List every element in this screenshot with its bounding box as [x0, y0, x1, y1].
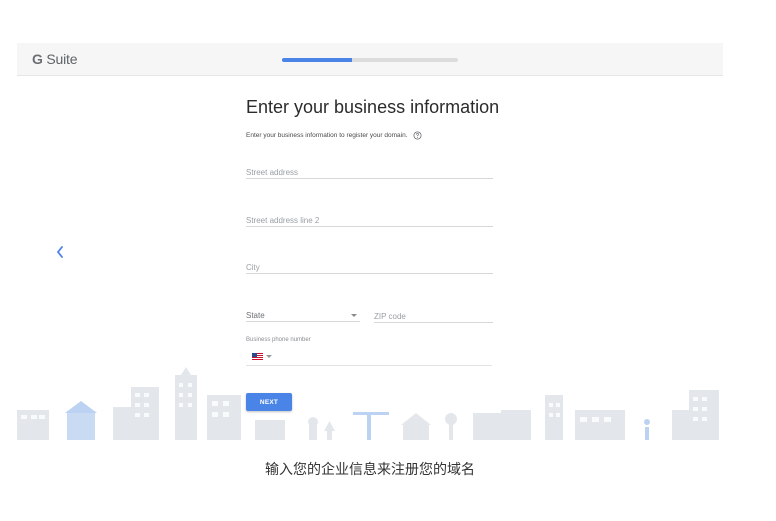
city-field[interactable]: [246, 260, 493, 274]
progress-fill: [282, 58, 353, 62]
top-bar: G Suite: [17, 43, 723, 76]
back-button[interactable]: [55, 245, 67, 261]
street-address-field[interactable]: [246, 165, 493, 179]
zip-code-input[interactable]: [374, 312, 493, 321]
progress-bar: [282, 58, 458, 62]
chevron-down-icon: [351, 314, 357, 317]
gsuite-logo: G Suite: [32, 51, 78, 67]
country-selector[interactable]: [252, 353, 272, 360]
subtitle-text: Enter your business information to regis…: [246, 132, 408, 139]
caption-text: 输入您的企业信息来注册您的域名: [265, 462, 475, 478]
signup-window: G Suite Enter your business information …: [17, 43, 723, 440]
help-icon[interactable]: [412, 131, 422, 140]
state-label: State: [246, 311, 265, 320]
street-address-line2-input[interactable]: [246, 216, 493, 225]
skyline-illustration: [17, 367, 719, 440]
page-subtitle: Enter your business information to regis…: [246, 131, 422, 140]
chevron-left-icon: [56, 246, 63, 258]
phone-label: Business phone number: [246, 337, 311, 343]
phone-field[interactable]: [246, 348, 492, 366]
street-address-input[interactable]: [246, 168, 493, 177]
state-select[interactable]: State: [246, 308, 360, 322]
city-input[interactable]: [246, 263, 493, 272]
street-address-line2-field[interactable]: [246, 213, 493, 227]
page-title: Enter your business information: [246, 97, 500, 117]
help-circle-icon: [412, 131, 422, 140]
zip-code-field[interactable]: [374, 309, 493, 323]
chevron-down-icon: [266, 355, 272, 358]
us-flag-icon: [252, 353, 263, 360]
